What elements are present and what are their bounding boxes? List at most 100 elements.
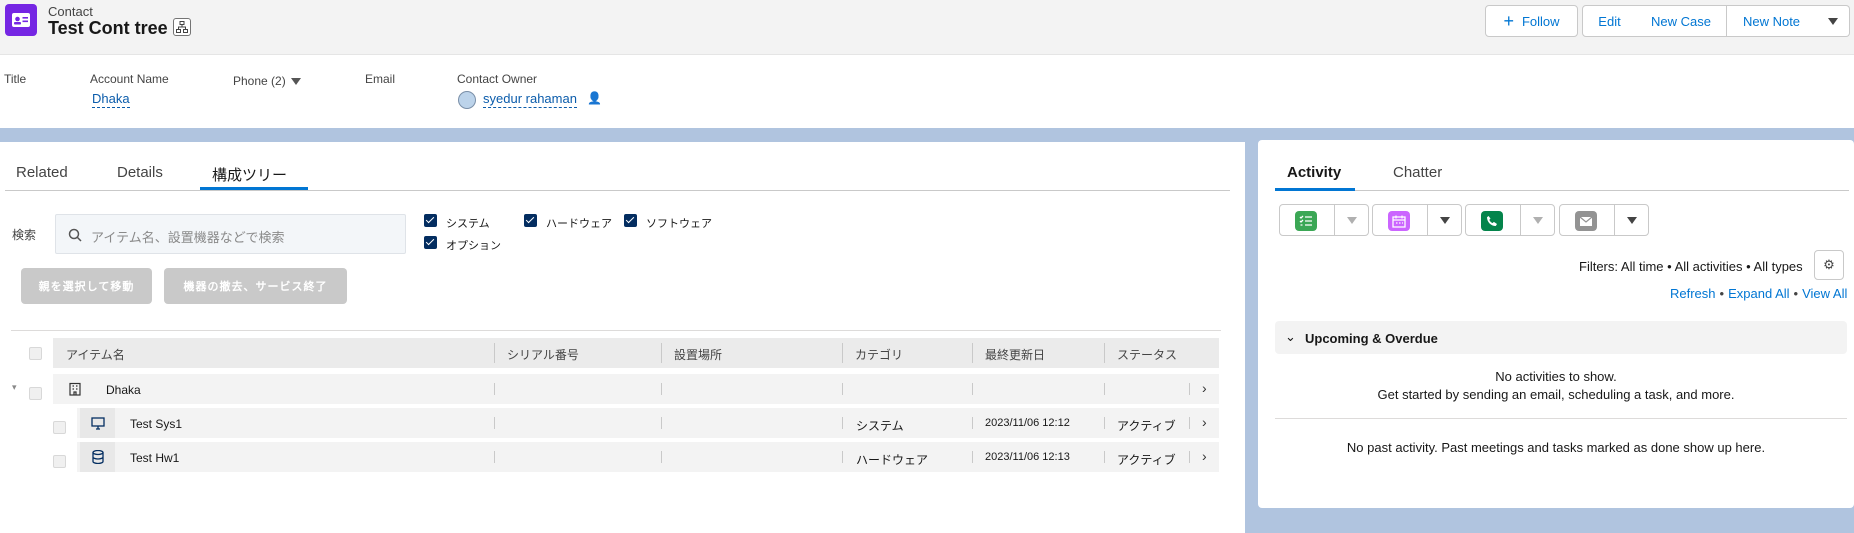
cell-divider <box>494 383 495 395</box>
account-name-link[interactable]: Dhaka <box>92 91 130 108</box>
column-header-location[interactable]: 設置場所 <box>674 346 722 363</box>
column-header-updated[interactable]: 最終更新日 <box>985 346 1045 363</box>
chevron-down-icon <box>290 78 301 86</box>
cell-divider <box>1104 417 1105 429</box>
hierarchy-button[interactable] <box>173 18 191 36</box>
tab-chatter[interactable]: Chatter <box>1393 164 1442 181</box>
edit-button[interactable]: Edit <box>1582 5 1637 37</box>
filter-software-checkbox[interactable] <box>624 214 637 227</box>
cell-divider <box>661 451 662 463</box>
row-checkbox[interactable] <box>53 421 66 434</box>
chevron-down-icon: ⌄ <box>1285 329 1296 344</box>
filter-system-checkbox[interactable] <box>424 214 437 227</box>
column-header-status[interactable]: ステータス <box>1117 346 1177 363</box>
row-status: アクティブ <box>1117 419 1176 433</box>
contact-owner-link[interactable]: syedur rahaman <box>483 91 577 108</box>
phone-dropdown[interactable]: Phone (2) <box>233 74 301 88</box>
row-category: システム <box>856 419 904 433</box>
expand-all-link[interactable]: Expand All <box>1728 286 1789 301</box>
chevron-right-icon[interactable]: › <box>1202 448 1207 464</box>
row-name: Dhaka <box>106 383 141 397</box>
plus-icon: + <box>1503 11 1514 31</box>
send-email-button-group[interactable] <box>1559 204 1649 236</box>
chevron-down-icon[interactable] <box>1440 217 1450 224</box>
filter-hardware-checkbox[interactable] <box>524 214 537 227</box>
avatar <box>458 91 476 109</box>
filter-option-label: オプション <box>446 240 501 252</box>
tabs-divider <box>1275 190 1849 191</box>
chevron-down-icon[interactable] <box>1347 217 1357 224</box>
chevron-right-icon[interactable]: › <box>1202 414 1207 430</box>
log-call-button-group[interactable] <box>1465 204 1555 236</box>
cell-divider <box>842 383 843 395</box>
more-actions-button[interactable] <box>1816 5 1850 37</box>
calendar-icon <box>1388 211 1410 231</box>
record-title: Test Cont tree <box>48 18 168 38</box>
chevron-down-icon[interactable] <box>1627 217 1637 224</box>
active-tab-indicator <box>1275 188 1355 191</box>
row-updated: 2023/11/06 12:12 <box>985 417 1070 429</box>
chevron-down-icon[interactable] <box>1533 217 1543 224</box>
refresh-link[interactable]: Refresh <box>1670 286 1716 301</box>
filter-settings-button[interactable]: ⚙ <box>1814 250 1844 280</box>
highlights-panel: Title Account Name Dhaka Phone (2) Email… <box>0 55 1854 128</box>
column-header-serial[interactable]: シリアル番号 <box>507 346 579 363</box>
new-note-button[interactable]: New Note <box>1726 5 1817 37</box>
cell-divider <box>494 451 495 463</box>
gear-icon: ⚙ <box>1823 257 1835 272</box>
cell-divider <box>1189 417 1190 429</box>
tab-details[interactable]: Details <box>117 164 163 181</box>
upcoming-overdue-section[interactable]: ⌄ Upcoming & Overdue <box>1275 321 1847 354</box>
column-divider <box>661 343 662 363</box>
expand-chevron-icon[interactable]: ▾ <box>12 382 17 393</box>
record-tabs: Related Details 構成ツリー <box>5 157 1230 191</box>
activity-filters-text[interactable]: Filters: All time • All activities • All… <box>1579 259 1803 274</box>
column-header-category[interactable]: カテゴリ <box>855 346 903 363</box>
follow-label: Follow <box>1521 13 1560 29</box>
tab-activity[interactable]: Activity <box>1287 164 1341 181</box>
title-label: Title <box>4 72 27 86</box>
row-checkbox[interactable] <box>53 455 66 468</box>
cell-divider <box>1104 451 1105 463</box>
empty-state-title: No activities to show. <box>1495 369 1617 384</box>
column-divider <box>1104 343 1105 363</box>
building-icon <box>57 374 92 404</box>
row-checkbox[interactable] <box>29 387 42 400</box>
search-label: 検索 <box>12 228 37 242</box>
empty-state-hint: Get started by sending an email, schedul… <box>1377 387 1735 402</box>
contact-owner-label: Contact Owner <box>457 72 538 86</box>
group-separator <box>1614 205 1615 235</box>
filter-option-checkbox[interactable] <box>424 236 437 249</box>
tab-related[interactable]: Related <box>16 164 68 181</box>
column-header-item-name[interactable]: アイテム名 <box>66 346 125 363</box>
move-parent-button[interactable]: 親を選択して移動 <box>21 268 152 304</box>
new-task-button-group[interactable] <box>1279 204 1369 236</box>
cell-divider <box>972 383 973 395</box>
follow-button[interactable]: + Follow <box>1485 5 1578 37</box>
remove-equipment-button[interactable]: 機器の撤去、サービス終了 <box>164 268 347 304</box>
group-separator <box>1334 205 1335 235</box>
cell-divider <box>1189 451 1190 463</box>
view-all-link[interactable]: View All <box>1802 286 1847 301</box>
search-input[interactable]: アイテム名、設置機器などで検索 <box>55 214 406 254</box>
new-event-button-group[interactable] <box>1372 204 1462 236</box>
email-label: Email <box>365 72 396 86</box>
row-name: Test Sys1 <box>130 417 183 431</box>
phone-icon <box>1481 211 1503 231</box>
change-owner-icon[interactable]: 👤 <box>587 91 602 105</box>
new-case-button[interactable]: New Case <box>1636 5 1727 37</box>
row-background <box>53 374 1219 404</box>
active-tab-indicator <box>200 187 308 190</box>
tab-config-tree[interactable]: 構成ツリー <box>212 164 287 185</box>
cell-divider <box>842 451 843 463</box>
cell-divider <box>1104 383 1105 395</box>
select-all-checkbox[interactable] <box>29 347 42 360</box>
chevron-down-icon <box>1827 17 1838 25</box>
chevron-right-icon[interactable]: › <box>1202 380 1207 396</box>
group-separator <box>1520 205 1521 235</box>
activity-links: Refresh • Expand All • View All <box>1670 286 1848 301</box>
cell-divider <box>972 451 973 463</box>
cell-divider <box>1189 383 1190 395</box>
filter-system-label: システム <box>446 218 490 230</box>
hierarchy-icon <box>176 21 188 33</box>
